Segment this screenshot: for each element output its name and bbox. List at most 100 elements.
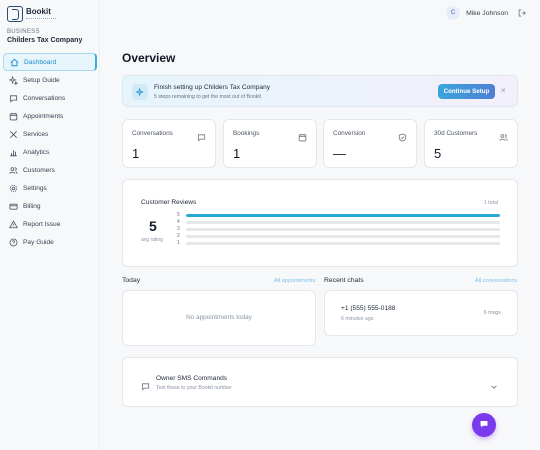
sidebar-item-services[interactable]: Services: [3, 125, 97, 143]
sidebar-item-setup-guide[interactable]: Setup Guide: [3, 71, 97, 89]
rating-star-label: 1: [177, 240, 180, 246]
rating-bar-track: [186, 220, 500, 224]
sidebar-item-dashboard[interactable]: Dashboard: [3, 53, 97, 71]
users-icon: [499, 129, 508, 141]
sidebar-item-billing[interactable]: Billing: [3, 197, 97, 215]
stat-label: 30d Customers: [434, 130, 478, 137]
warning-icon: [9, 219, 18, 229]
rating-star-label: 5: [177, 212, 180, 218]
setup-banner-subtitle: 5 steps remaining to get the most out of…: [154, 94, 261, 100]
sidebar-nav: Dashboard Setup Guide Conversations Appo…: [3, 53, 97, 251]
reviews-average-label: avg rating: [141, 237, 163, 243]
bar-chart-icon: [9, 148, 18, 157]
gear-icon: [9, 184, 18, 193]
stat-card-conversations: Conversations 1: [122, 119, 216, 168]
sidebar-item-label: Services: [23, 130, 49, 138]
sidebar: Bookit BUSINESS Childers Tax Company Das…: [0, 0, 100, 450]
continue-setup-button[interactable]: Continue Setup: [438, 84, 495, 99]
rating-bar-row: 4: [177, 219, 500, 225]
bookit-logo-icon: [7, 6, 23, 22]
sms-commands-title: Owner SMS Commands: [156, 375, 228, 382]
sidebar-item-label: Dashboard: [24, 58, 57, 66]
stat-card-bookings: Bookings 1: [223, 119, 317, 168]
chat-message-count: 6 msgs: [483, 310, 501, 316]
customer-reviews-card: Customer Reviews 1 total 5 avg rating 5 …: [122, 179, 518, 267]
rating-bar-track: [186, 227, 500, 231]
rating-bar-fill: [186, 213, 500, 217]
sparkles-icon: [132, 84, 148, 100]
app-name: Bookit: [26, 7, 51, 16]
today-card: No appointments today: [122, 290, 316, 346]
setup-banner-title: Finish setting up Childers Tax Company: [154, 84, 271, 91]
calendar-icon: [9, 112, 18, 121]
business-name: Childers Tax Company: [7, 37, 83, 44]
avatar[interactable]: C: [446, 6, 461, 20]
stat-label: Conversion: [333, 130, 366, 137]
sms-commands-subtitle: Text these to your Bookit number: [156, 385, 232, 391]
sparkles-icon: [9, 75, 18, 85]
recent-chat-item[interactable]: +1 (555) 555-0188 6 minutes ago 6 msgs: [324, 290, 518, 336]
stat-label: Conversations: [132, 130, 173, 137]
business-label: BUSINESS: [7, 29, 40, 35]
stat-card-conversion: Conversion —: [323, 119, 417, 168]
stat-value: 1: [132, 146, 140, 161]
sidebar-item-label: Pay Guide: [23, 238, 54, 246]
home-icon: [10, 58, 19, 67]
chat-icon: [197, 129, 206, 142]
stat-value: 1: [233, 146, 241, 161]
chat-fab-button[interactable]: [472, 413, 496, 437]
sidebar-item-label: Analytics: [23, 148, 50, 156]
sidebar-item-pay-guide[interactable]: Pay Guide: [3, 233, 97, 251]
reviews-total: 1 total: [483, 200, 498, 206]
sidebar-item-label: Billing: [23, 202, 41, 210]
calendar-icon: [298, 129, 307, 142]
card-icon: [9, 202, 18, 211]
owner-sms-commands-accordion[interactable]: Owner SMS Commands Text these to your Bo…: [122, 357, 518, 407]
chat-time: 6 minutes ago: [341, 316, 374, 322]
recent-chats-title: Recent chats: [324, 277, 364, 284]
sidebar-item-label: Setup Guide: [23, 76, 60, 84]
sidebar-item-conversations[interactable]: Conversations: [3, 89, 97, 107]
sidebar-item-label: Report Issue: [23, 220, 61, 228]
page-title: Overview: [122, 51, 176, 65]
tools-icon: [9, 130, 18, 139]
sidebar-item-settings[interactable]: Settings: [3, 179, 97, 197]
reviews-average: 5: [149, 218, 157, 234]
user-name: Mike Johnson: [466, 9, 508, 17]
sidebar-item-label: Customers: [23, 166, 55, 174]
logout-icon[interactable]: [518, 9, 526, 17]
logo-tagline-decoration: [26, 18, 56, 20]
setup-banner: Finish setting up Childers Tax Company 5…: [122, 75, 518, 107]
close-icon[interactable]: ×: [501, 86, 506, 95]
sidebar-item-appointments[interactable]: Appointments: [3, 107, 97, 125]
all-appointments-link[interactable]: All appointments: [274, 278, 315, 284]
all-conversations-link[interactable]: All conversations: [475, 278, 517, 284]
sidebar-item-label: Settings: [23, 184, 47, 192]
stat-value: 5: [434, 146, 442, 161]
chat-icon: [141, 378, 150, 391]
chat-icon: [9, 94, 18, 103]
user-menu[interactable]: C Mike Johnson: [446, 6, 526, 20]
sidebar-item-report-issue[interactable]: Report Issue: [3, 215, 97, 233]
reviews-title: Customer Reviews: [141, 199, 197, 206]
rating-bar-track: [186, 213, 500, 217]
rating-star-label: 4: [177, 219, 180, 225]
sidebar-item-label: Appointments: [23, 112, 64, 120]
stat-card-30d-customers: 30d Customers 5: [424, 119, 518, 168]
rating-bar-track: [186, 241, 500, 245]
chat-bubble-icon: [479, 416, 489, 434]
rating-star-label: 2: [177, 233, 180, 239]
rating-bar-row: 2: [177, 233, 500, 239]
app-logo[interactable]: Bookit: [7, 6, 56, 22]
sidebar-item-analytics[interactable]: Analytics: [3, 143, 97, 161]
chevron-down-icon[interactable]: [490, 378, 498, 389]
help-icon: [9, 238, 18, 247]
today-title: Today: [122, 277, 141, 284]
today-empty-state: No appointments today: [186, 314, 252, 321]
rating-bar-track: [186, 234, 500, 238]
rating-bar-row: 5: [177, 212, 500, 218]
sidebar-item-label: Conversations: [23, 94, 66, 102]
rating-bar-row: 1: [177, 240, 500, 246]
sidebar-item-customers[interactable]: Customers: [3, 161, 97, 179]
stat-value: —: [333, 146, 346, 161]
